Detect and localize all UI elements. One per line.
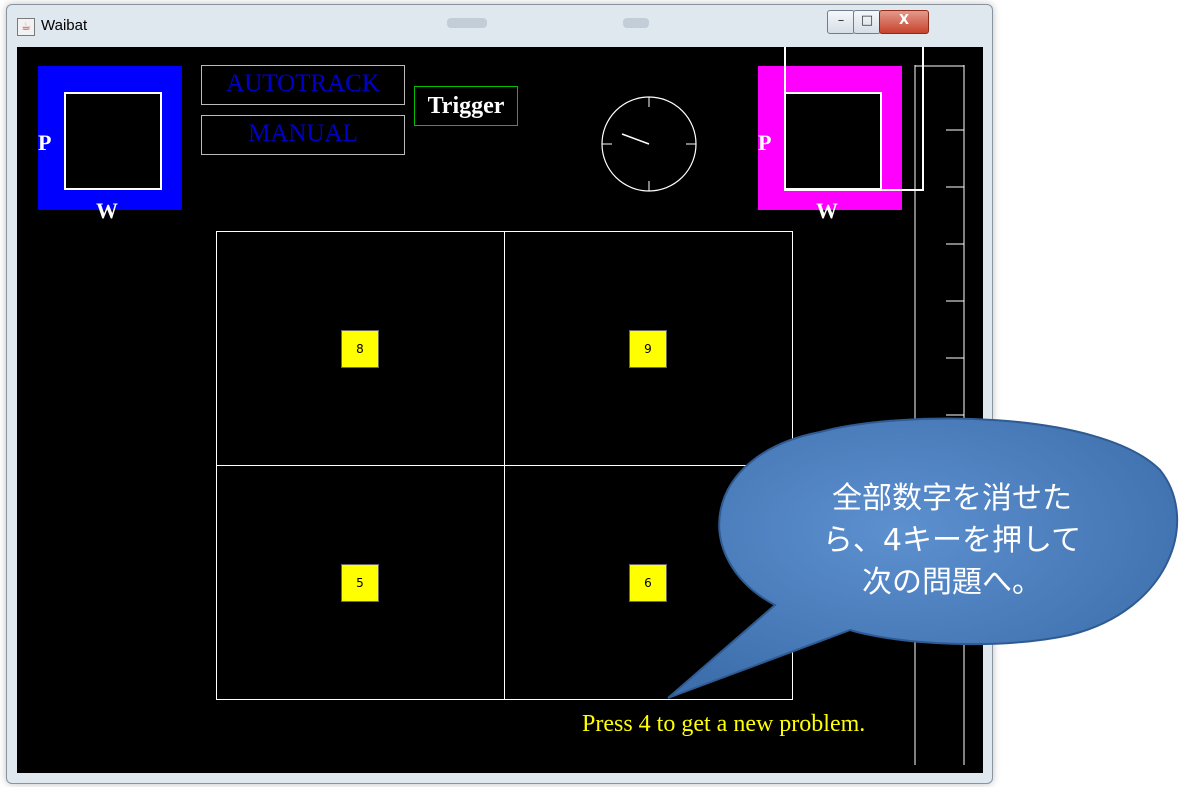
callout-line: ら、4キーを押して — [822, 523, 1082, 558]
callout-text: 全部数字を消せた ら、4キーを押して 次の問題へ。 — [782, 478, 1122, 604]
callout-line: 全部数字を消せた — [832, 481, 1072, 516]
speech-bubble — [667, 417, 1179, 699]
callout-line: 次の問題へ。 — [862, 565, 1042, 600]
